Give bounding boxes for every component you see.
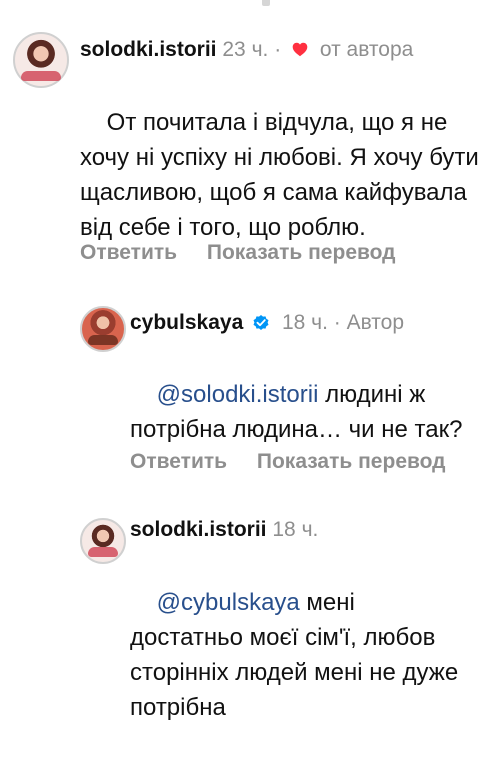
avatar[interactable] <box>80 518 126 564</box>
comment-username[interactable]: solodki.istorii <box>80 38 217 61</box>
comment-text-content: От почитала і відчула, що я не хочу ні у… <box>80 109 486 241</box>
separator-dot: · <box>274 38 282 61</box>
comment-actions: Ответить Показать перевод <box>80 240 396 266</box>
comment-actions: Ответить Показать перевод <box>130 449 446 475</box>
verified-badge-icon <box>253 315 269 330</box>
author-like-label: от автора <box>319 38 414 61</box>
reply-button[interactable]: Ответить <box>130 449 227 475</box>
avatar-image <box>88 547 118 557</box>
avatar[interactable] <box>80 306 126 352</box>
avatar-image <box>88 335 118 345</box>
avatar-image <box>21 71 61 81</box>
comment-time: 23 ч. <box>222 38 269 61</box>
mention-link[interactable]: @cybulskaya <box>157 589 300 616</box>
comment-username[interactable]: solodki.istorii <box>130 518 267 541</box>
translate-button[interactable]: Показать перевод <box>257 449 446 475</box>
mention-link[interactable]: @solodki.istorii <box>157 381 319 408</box>
translate-button[interactable]: Показать перевод <box>207 240 396 266</box>
comment-time: 18 ч. <box>281 311 328 334</box>
comment-username[interactable]: cybulskaya <box>130 311 243 334</box>
comment-header: solodki.istorii 18 ч. <box>130 517 318 543</box>
reply-button[interactable]: Ответить <box>80 240 177 266</box>
comment-time: 18 ч. <box>272 518 319 541</box>
comment-header: solodki.istorii 23 ч. · от автора <box>80 37 413 63</box>
separator-dot: · <box>333 311 341 334</box>
comment-header: cybulskaya 18 ч. · Автор <box>130 310 404 336</box>
heart-icon <box>292 42 308 57</box>
comment-text: @cybulskaya мені достатньо моєї сім'ї, л… <box>130 550 460 760</box>
avatar[interactable] <box>13 32 69 88</box>
author-label: Автор <box>346 311 405 334</box>
previous-content-fragment <box>262 0 270 6</box>
